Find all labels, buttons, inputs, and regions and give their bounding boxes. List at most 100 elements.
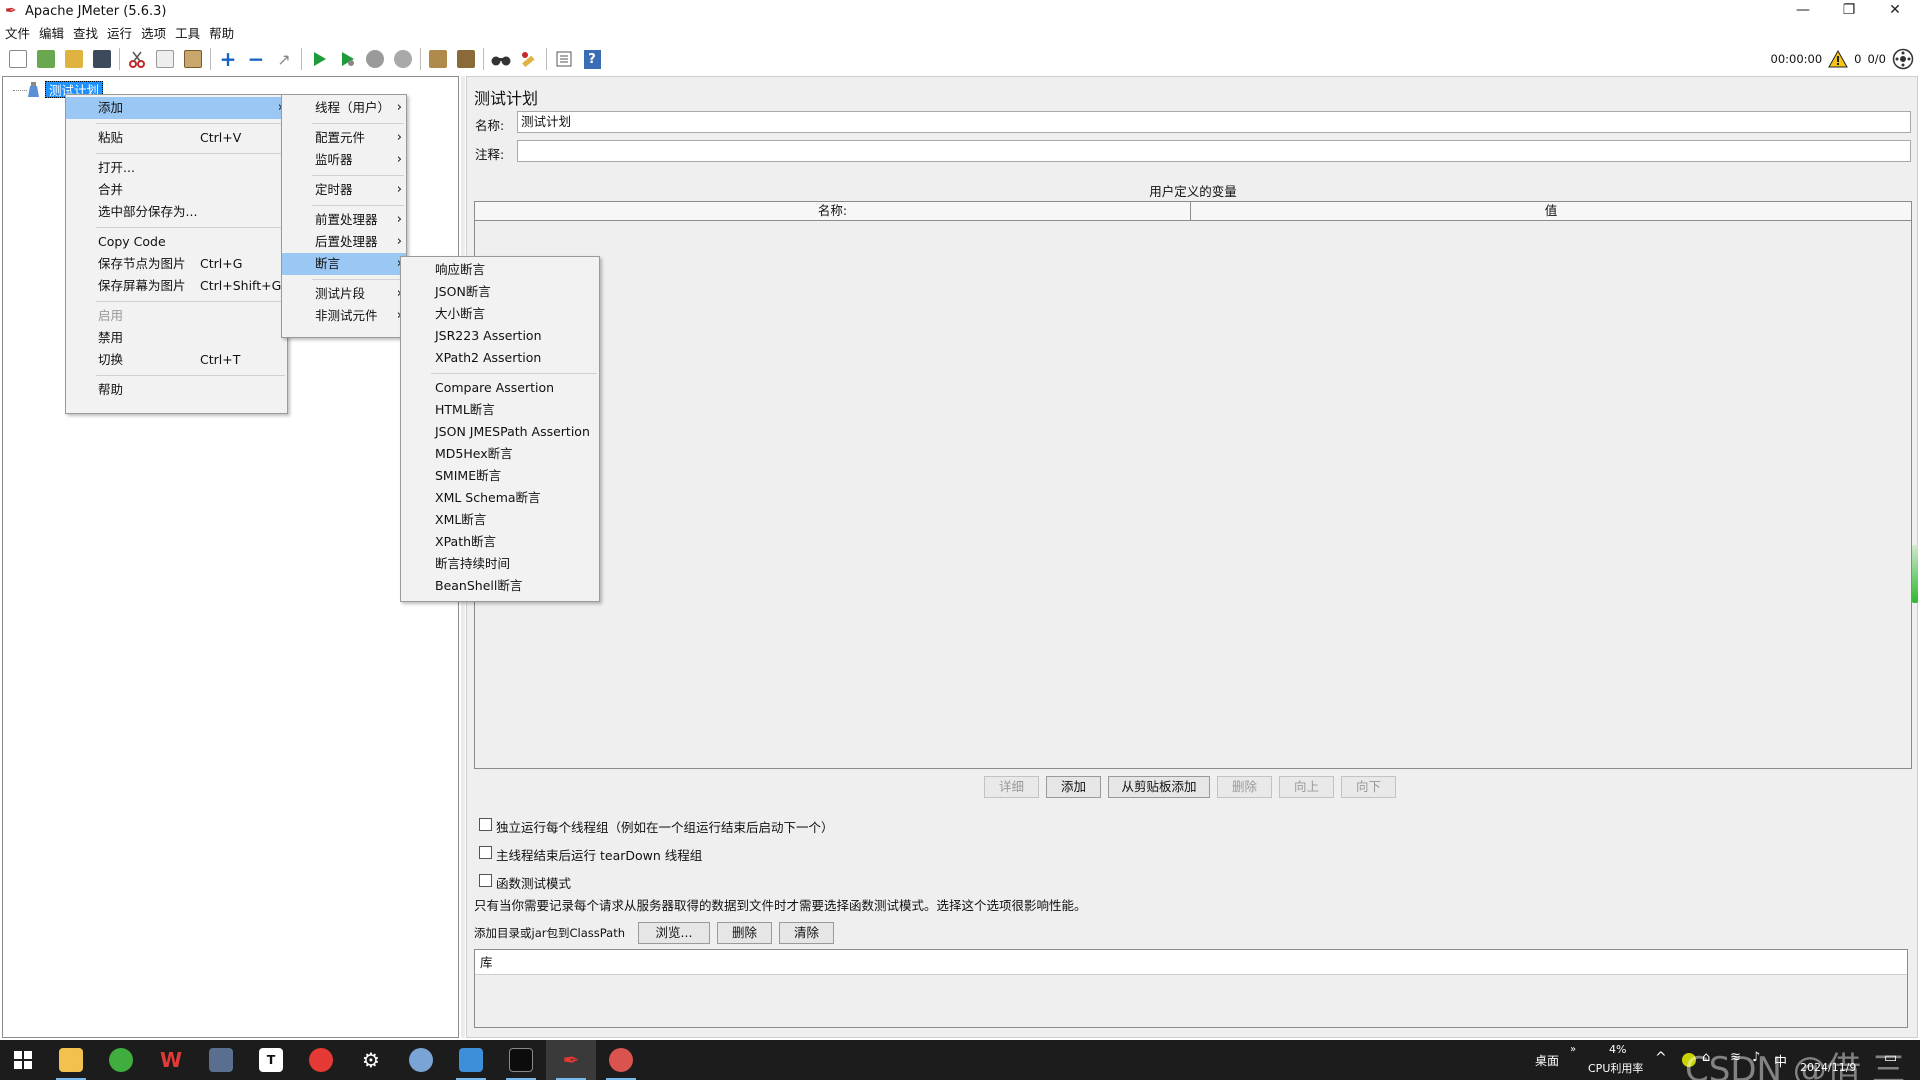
menu-xpath-assertion[interactable]: XPath断言 <box>401 531 599 553</box>
notification-icon[interactable]: ▭ <box>1884 1050 1897 1066</box>
date-label[interactable]: 2024/11/9 <box>1800 1061 1856 1074</box>
close-button[interactable]: ✕ <box>1872 0 1918 22</box>
menu-tools[interactable]: 工具 <box>170 23 204 42</box>
scroll-indicator[interactable] <box>1912 545 1918 603</box>
app-icon[interactable] <box>596 1040 646 1080</box>
menu-xml-assertion[interactable]: XML断言 <box>401 509 599 531</box>
search-icon[interactable] <box>487 45 515 73</box>
terminal-icon[interactable] <box>496 1040 546 1080</box>
menu-post-processor[interactable]: 后置处理器 › <box>282 231 406 253</box>
copy-icon[interactable] <box>151 45 179 73</box>
move-down-button[interactable]: 向下 <box>1341 776 1396 798</box>
menu-listener[interactable]: 监听器 › <box>282 149 406 171</box>
menu-duration-assertion[interactable]: 断言持续时间 <box>401 553 599 575</box>
settings-icon[interactable]: ⚙ <box>346 1040 396 1080</box>
teardown-checkbox[interactable] <box>479 846 492 859</box>
desktop-label[interactable]: 桌面 <box>1535 1052 1559 1069</box>
jmeter-icon[interactable]: ✒ <box>546 1040 596 1080</box>
help-icon[interactable]: ? <box>578 45 606 73</box>
udv-table[interactable]: 名称: 值 <box>474 201 1912 769</box>
save-icon[interactable] <box>88 45 116 73</box>
browser-icon[interactable] <box>96 1040 146 1080</box>
stop-icon[interactable] <box>361 45 389 73</box>
menu-smime-assertion[interactable]: SMIME断言 <box>401 465 599 487</box>
name-field[interactable]: 测试计划 <box>517 111 1911 133</box>
menu-md5hex-assertion[interactable]: MD5Hex断言 <box>401 443 599 465</box>
menu-size-assertion[interactable]: 大小断言 <box>401 303 599 325</box>
menu-paste[interactable]: 粘贴 Ctrl+V <box>66 127 287 149</box>
menu-beanshell-assertion[interactable]: BeanShell断言 <box>401 575 599 597</box>
volume-icon[interactable]: ♪ <box>1752 1050 1760 1065</box>
menu-search[interactable]: 查找 <box>68 23 102 42</box>
udv-col-value[interactable]: 值 <box>1191 202 1911 221</box>
menu-jsr223-assertion[interactable]: JSR223 Assertion <box>401 325 599 347</box>
ime-indicator[interactable]: 中 <box>1774 1051 1787 1070</box>
restore-button[interactable]: ❐ <box>1826 0 1872 22</box>
udv-col-name[interactable]: 名称: <box>475 202 1191 221</box>
menu-json-assertion[interactable]: JSON断言 <box>401 281 599 303</box>
menu-file[interactable]: 文件 <box>0 23 34 42</box>
detail-button[interactable]: 详细 <box>984 776 1039 798</box>
clear-all-icon[interactable] <box>452 45 480 73</box>
menu-threads[interactable]: 线程（用户） › <box>282 97 406 119</box>
templates-icon[interactable] <box>32 45 60 73</box>
menu-toggle[interactable]: 切换 Ctrl+T <box>66 349 287 371</box>
menu-xml-schema-assertion[interactable]: XML Schema断言 <box>401 487 599 509</box>
start-icon[interactable] <box>305 45 333 73</box>
classpath-delete-button[interactable]: 删除 <box>717 922 772 944</box>
collapse-icon[interactable]: − <box>242 45 270 73</box>
warning-icon[interactable] <box>1828 50 1849 68</box>
reset-search-icon[interactable] <box>515 45 543 73</box>
clear-icon[interactable] <box>424 45 452 73</box>
menu-test-fragment[interactable]: 测试片段› <box>282 283 406 305</box>
menu-save-node-image[interactable]: 保存节点为图片 Ctrl+G <box>66 253 287 275</box>
move-up-button[interactable]: 向上 <box>1279 776 1334 798</box>
menu-help[interactable]: 帮助 <box>66 379 287 401</box>
ide-icon[interactable] <box>396 1040 446 1080</box>
function-helper-icon[interactable] <box>550 45 578 73</box>
library-column-header[interactable]: 库 <box>475 950 1907 975</box>
menu-non-test-elements[interactable]: 非测试元件› <box>282 305 406 327</box>
cut-icon[interactable] <box>123 45 151 73</box>
overflow-chevron-icon[interactable]: » <box>1570 1044 1576 1055</box>
minimize-button[interactable]: — <box>1780 0 1826 22</box>
classpath-clear-button[interactable]: 清除 <box>779 922 834 944</box>
serialize-threadgroups-checkbox[interactable] <box>479 818 492 831</box>
windows-start-icon[interactable] <box>0 1040 46 1080</box>
menu-open[interactable]: 打开... <box>66 157 287 179</box>
wps-icon[interactable]: W <box>146 1040 196 1080</box>
browse-button[interactable]: 浏览... <box>638 922 710 944</box>
file-explorer-icon[interactable] <box>46 1040 96 1080</box>
tray-status-icon[interactable] <box>1682 1053 1696 1067</box>
netease-music-icon[interactable] <box>296 1040 346 1080</box>
start-no-pause-icon[interactable] <box>333 45 361 73</box>
menu-response-assertion[interactable]: 响应断言 <box>401 259 599 281</box>
menu-options[interactable]: 选项 <box>136 23 170 42</box>
delete-variable-button[interactable]: 删除 <box>1217 776 1272 798</box>
file-manager-icon[interactable] <box>446 1040 496 1080</box>
typora-icon[interactable]: T <box>246 1040 296 1080</box>
menu-config-element[interactable]: 配置元件 › <box>282 127 406 149</box>
add-from-clipboard-button[interactable]: 从剪贴板添加 <box>1108 776 1210 798</box>
functional-mode-checkbox[interactable] <box>479 874 492 887</box>
menu-save-screen-image[interactable]: 保存屏幕为图片 Ctrl+Shift+G <box>66 275 287 297</box>
menu-enable[interactable]: 启用 <box>66 305 287 327</box>
menu-xpath2-assertion[interactable]: XPath2 Assertion <box>401 347 599 369</box>
menu-merge[interactable]: 合并 <box>66 179 287 201</box>
menu-copy-code[interactable]: Copy Code <box>66 231 287 253</box>
open-icon[interactable] <box>60 45 88 73</box>
toggle-icon[interactable]: ↗ <box>270 45 298 73</box>
chevron-up-icon[interactable]: ^ <box>1655 1050 1667 1066</box>
classpath-table[interactable]: 库 <box>474 949 1908 1028</box>
menu-pre-processor[interactable]: 前置处理器 › <box>282 209 406 231</box>
menu-compare-assertion[interactable]: Compare Assertion <box>401 377 599 399</box>
menu-json-jmespath-assertion[interactable]: JSON JMESPath Assertion <box>401 421 599 443</box>
menu-assertions[interactable]: 断言› <box>282 253 406 275</box>
shutdown-icon[interactable] <box>389 45 417 73</box>
expand-icon[interactable]: + <box>214 45 242 73</box>
menu-timer[interactable]: 定时器 › <box>282 179 406 201</box>
menu-edit[interactable]: 编辑 <box>34 23 68 42</box>
wifi-icon[interactable]: ≋ <box>1730 1050 1741 1065</box>
menu-disable[interactable]: 禁用 <box>66 327 287 349</box>
menu-save-selection[interactable]: 选中部分保存为... <box>66 201 287 223</box>
